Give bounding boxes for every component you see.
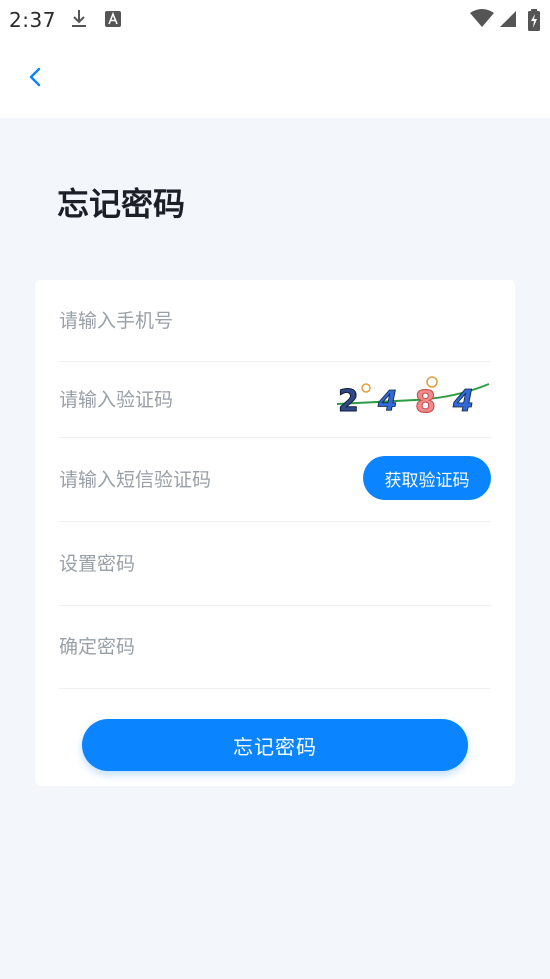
captcha-input[interactable] [59,362,309,437]
page-title: 忘记密码 [57,185,186,223]
sms-code-row: 获取验证码 [59,438,491,522]
status-time: 2:37 [9,8,56,32]
form-card: 2 4 8 4 获取验证码 忘记密码 [35,280,515,786]
submit-button[interactable]: 忘记密码 [82,719,468,771]
password-row [59,522,491,606]
wifi-icon [470,9,494,33]
get-sms-code-button[interactable]: 获取验证码 [363,456,491,500]
text-a-icon [104,9,122,33]
signal-icon [498,9,518,33]
confirm-password-row [59,606,491,689]
chevron-left-icon [29,67,41,87]
phone-input[interactable] [59,280,359,361]
battery-icon [528,9,540,35]
status-bar: 2:37 [0,0,550,38]
phone-row [59,280,491,362]
captcha-image[interactable]: 2 4 8 4 [335,372,491,422]
download-icon [70,9,88,33]
captcha-char: 4 [452,384,474,419]
captcha-char: 4 [377,384,397,417]
captcha-row: 2 4 8 4 [59,362,491,438]
confirm-password-input[interactable] [59,606,459,688]
header [0,38,550,118]
captcha-char: 2 [338,384,359,419]
captcha-char: 8 [415,385,436,420]
sms-code-input[interactable] [59,438,349,521]
password-input[interactable] [59,522,459,605]
back-button[interactable] [20,62,50,92]
